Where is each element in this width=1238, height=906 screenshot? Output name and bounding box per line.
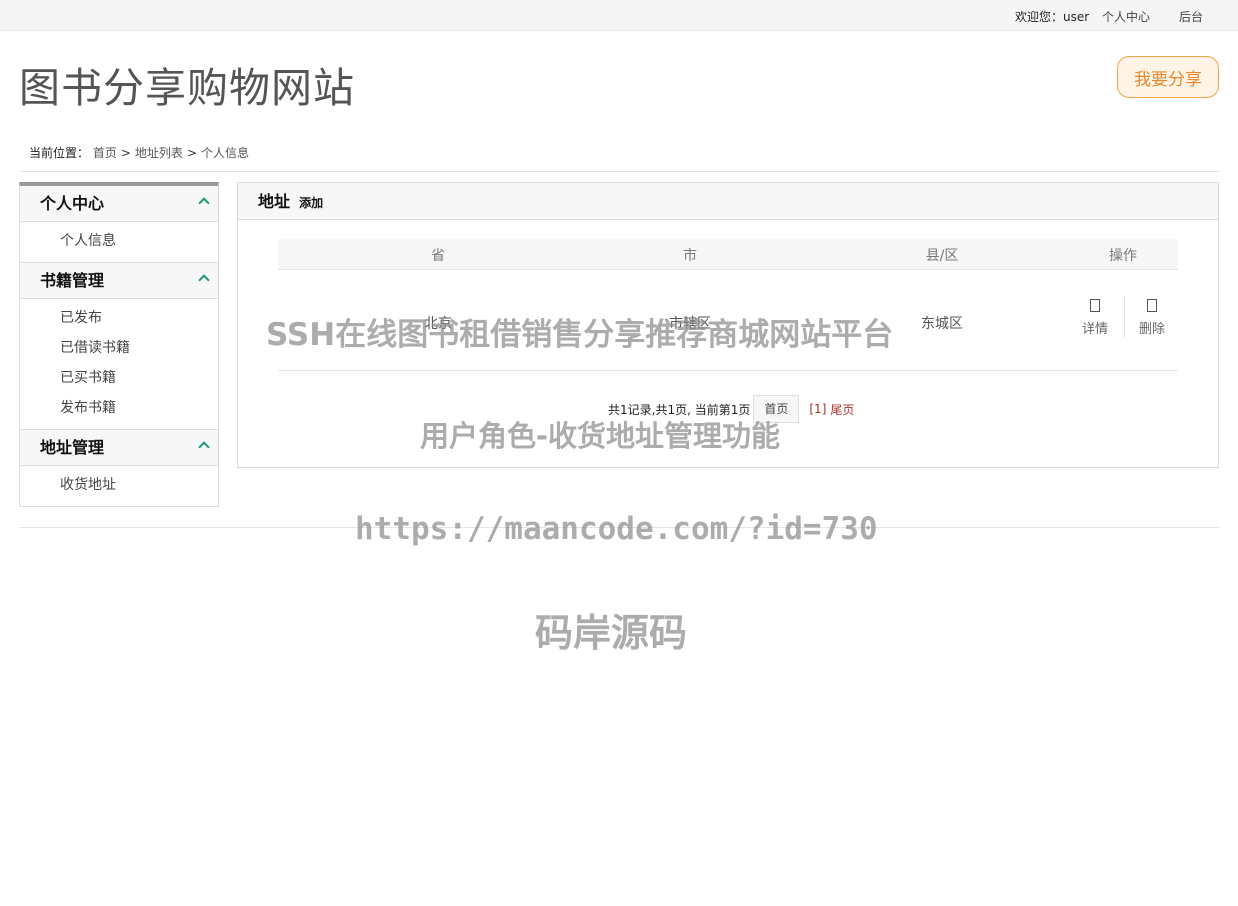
delete-icon (1147, 299, 1157, 312)
site-title: 图书分享购物网站 (19, 64, 355, 112)
column-header-city: 市 (683, 248, 697, 264)
panel-header: 地址 添加 (238, 183, 1218, 220)
sidebar: 个人中心 个人信息 书籍管理 已发布 已借读书籍 已买书籍 发布书籍 地址管理 … (19, 182, 219, 507)
sidebar-section-title: 地址管理 (40, 438, 105, 457)
delete-button[interactable]: 删除 (1132, 299, 1172, 337)
action-divider (1124, 296, 1125, 338)
column-header-district: 县/区 (925, 248, 959, 264)
table-header: 省 市 县/区 操作 (278, 239, 1178, 270)
watermark-brand: 码岸源码 (535, 611, 688, 655)
divider (19, 171, 1219, 172)
breadcrumb-separator: > (120, 146, 131, 160)
breadcrumb: 当前位置： 首页 > 地址列表 > 个人信息 (29, 144, 249, 161)
personal-center-link[interactable]: 个人中心 (1102, 8, 1150, 25)
welcome-text: 欢迎您：user (1015, 10, 1090, 24)
sidebar-section-title: 个人中心 (40, 194, 105, 213)
cell-district: 东城区 (921, 316, 963, 332)
share-button[interactable]: 我要分享 (1117, 56, 1219, 98)
breadcrumb-home[interactable]: 首页 (93, 146, 117, 160)
last-page-link[interactable]: 尾页 (830, 401, 854, 418)
sidebar-list: 个人信息 (20, 222, 218, 263)
sidebar-section-book-management[interactable]: 书籍管理 (20, 263, 218, 299)
current-page-indicator: [1] (809, 402, 827, 416)
watermark-url: https://maancode.com/?id=730 (355, 511, 878, 547)
sidebar-item-bought-books[interactable]: 已买书籍 (20, 363, 218, 393)
detail-button[interactable]: 详情 (1075, 299, 1115, 337)
column-header-actions: 操作 (1109, 248, 1137, 264)
sidebar-section-personal-center[interactable]: 个人中心 (20, 186, 218, 222)
breadcrumb-address-list[interactable]: 地址列表 (135, 146, 183, 160)
chevron-up-icon (198, 274, 210, 286)
pagination: 共1记录,共1页, 当前第1页 首页 [1] 尾页 (608, 395, 854, 423)
detail-label: 详情 (1081, 322, 1108, 337)
sidebar-section-title: 书籍管理 (40, 271, 105, 290)
chevron-up-icon (198, 197, 210, 209)
sidebar-section-address-management[interactable]: 地址管理 (20, 430, 218, 466)
pagination-summary: 共1记录,共1页, 当前第1页 (608, 402, 751, 417)
sidebar-list: 收货地址 (20, 466, 218, 506)
cell-city: 市辖区 (669, 316, 711, 332)
add-address-link[interactable]: 添加 (299, 196, 323, 210)
chevron-up-icon (198, 441, 210, 453)
footer-divider (19, 527, 1219, 528)
sidebar-item-published[interactable]: 已发布 (20, 303, 218, 333)
table-row: 北京 市辖区 东城区 详情 删除 (278, 271, 1178, 371)
delete-label: 删除 (1138, 322, 1165, 337)
panel-title: 地址 (258, 192, 291, 211)
sidebar-item-borrowed-books[interactable]: 已借读书籍 (20, 333, 218, 363)
sidebar-item-publish-book[interactable]: 发布书籍 (20, 393, 218, 423)
address-panel: 地址 添加 省 市 县/区 操作 北京 市辖区 东城区 详情 删除 共1记录,共… (237, 182, 1219, 468)
sidebar-item-shipping-address[interactable]: 收货地址 (20, 470, 218, 500)
breadcrumb-personal-info[interactable]: 个人信息 (201, 146, 249, 160)
detail-icon (1090, 299, 1100, 312)
sidebar-list: 已发布 已借读书籍 已买书籍 发布书籍 (20, 299, 218, 430)
breadcrumb-separator: > (186, 146, 197, 160)
admin-link[interactable]: 后台 (1179, 8, 1203, 25)
top-bar: 欢迎您：user 个人中心 后台 (0, 0, 1238, 31)
cell-province: 北京 (424, 316, 452, 332)
first-page-button[interactable]: 首页 (753, 395, 800, 423)
sidebar-item-personal-info[interactable]: 个人信息 (20, 226, 218, 256)
column-header-province: 省 (431, 248, 445, 264)
breadcrumb-label: 当前位置： (29, 146, 90, 160)
